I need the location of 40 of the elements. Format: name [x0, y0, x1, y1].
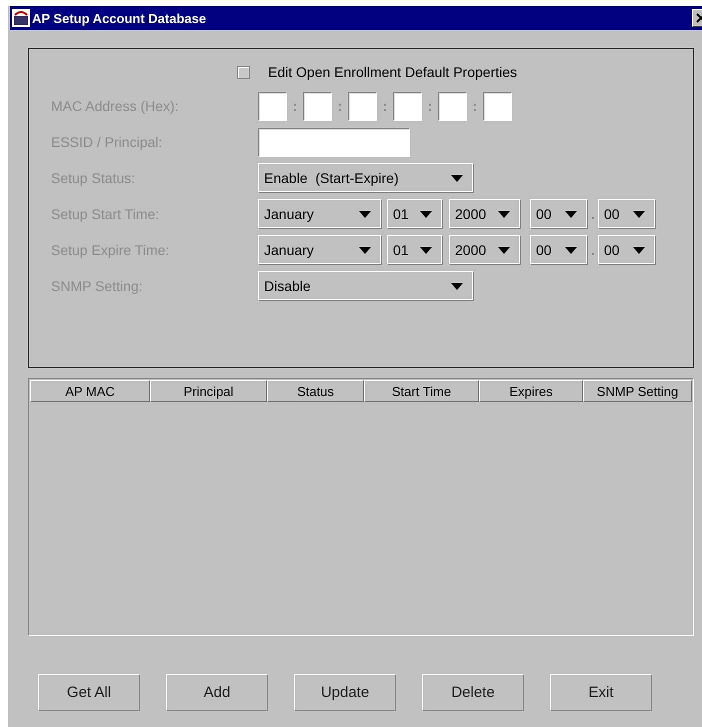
dialog-button[interactable]: Update: [294, 674, 396, 711]
column-header[interactable]: SNMP Setting: [583, 380, 692, 402]
mac-octet-field[interactable]: [438, 92, 467, 120]
caret-icon: [420, 246, 432, 254]
mac-octet-field[interactable]: [348, 92, 377, 120]
separator: .: [590, 206, 596, 222]
checkbox-label: Edit Open Enrollment Default Properties: [268, 64, 518, 80]
caret-icon: [565, 246, 577, 254]
mac-octet-field[interactable]: [303, 92, 332, 120]
dialog-button[interactable]: Exit: [550, 674, 652, 711]
caret-icon: [451, 174, 463, 182]
caret-icon: [420, 210, 432, 218]
app-icon: [12, 9, 30, 27]
mac-octet-field[interactable]: [393, 92, 422, 120]
column-header[interactable]: AP MAC: [30, 380, 150, 402]
separator: :: [292, 98, 298, 114]
dialog-button[interactable]: Delete: [422, 674, 524, 711]
caret-icon: [359, 210, 371, 218]
separator: :: [426, 98, 434, 114]
caret-icon: [451, 282, 463, 290]
caret-icon: [633, 246, 645, 254]
dialog-button[interactable]: Add: [166, 674, 268, 711]
caret-icon: [633, 210, 645, 218]
caret-icon: [498, 210, 510, 218]
essid-field[interactable]: [258, 128, 410, 156]
dialog-button[interactable]: Get All: [38, 674, 140, 711]
mac-octet-field[interactable]: [258, 92, 287, 120]
column-header[interactable]: Status: [267, 380, 364, 402]
separator: :: [382, 98, 388, 114]
column-header[interactable]: Start Time: [364, 380, 479, 402]
separator: :: [336, 98, 344, 114]
caret-icon: [498, 246, 510, 254]
column-header[interactable]: Principal: [150, 380, 267, 402]
separator: :: [472, 98, 478, 114]
caret-icon: [359, 246, 371, 254]
caret-icon: [565, 210, 577, 218]
column-header[interactable]: Expires: [479, 380, 583, 402]
mac-octet-field[interactable]: [483, 92, 512, 120]
window-title: AP Setup Account Database: [32, 10, 208, 26]
separator: .: [590, 242, 596, 258]
